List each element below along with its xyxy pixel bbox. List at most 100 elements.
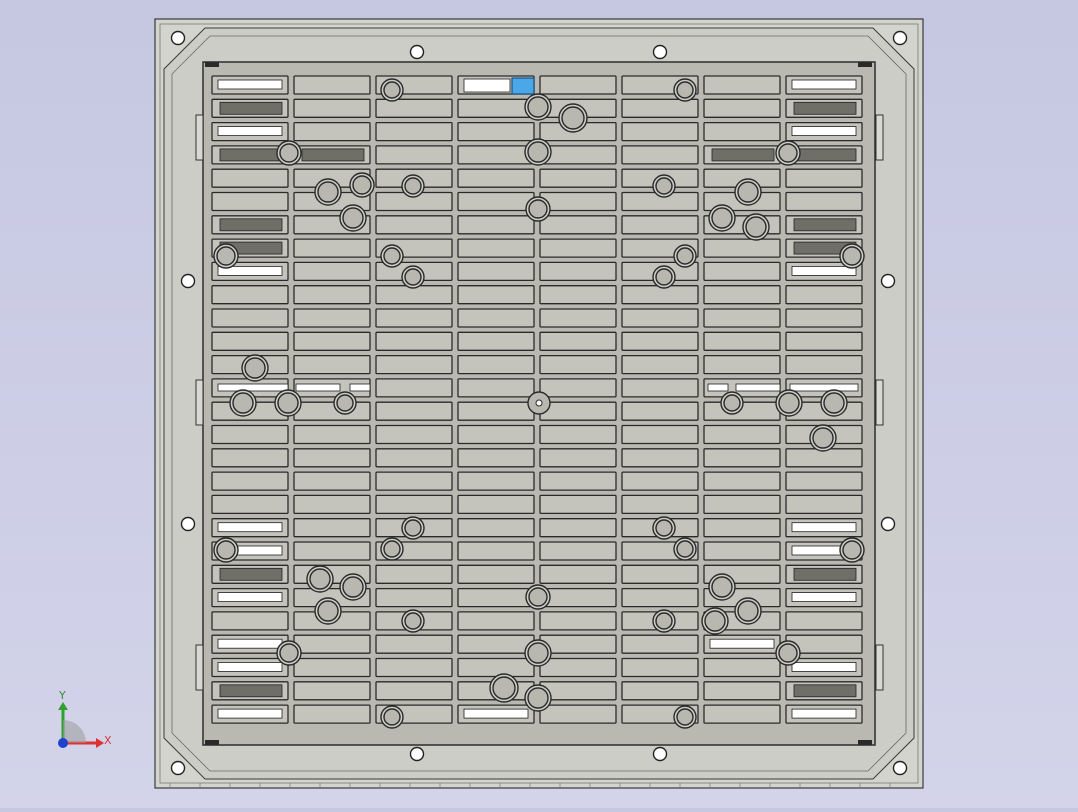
grille-slot bbox=[621, 424, 699, 445]
grille-slot bbox=[457, 285, 535, 305]
grille-slot bbox=[293, 354, 371, 375]
grille-slot bbox=[293, 657, 371, 678]
grille-slot bbox=[785, 191, 863, 212]
grille-slot bbox=[375, 354, 453, 375]
grille-slot bbox=[293, 238, 371, 258]
grille-slot bbox=[457, 378, 535, 398]
slot-opening bbox=[789, 383, 859, 392]
grille-slot bbox=[621, 587, 699, 608]
screw-boss-core bbox=[404, 519, 422, 537]
side-clip bbox=[875, 644, 884, 691]
grille-slot bbox=[211, 448, 289, 468]
grille-slot bbox=[703, 657, 781, 678]
mounting-hole bbox=[652, 746, 668, 762]
grille-slot bbox=[539, 261, 617, 282]
mounting-hole bbox=[170, 760, 186, 776]
slot-recess bbox=[793, 218, 857, 232]
screw-boss-core bbox=[244, 357, 266, 379]
grille-slot bbox=[375, 471, 453, 491]
grille-slot bbox=[703, 494, 781, 515]
grille-slot bbox=[785, 471, 863, 491]
screw-boss-core bbox=[383, 247, 401, 265]
screw-boss-core bbox=[342, 576, 364, 598]
slot-recess bbox=[793, 684, 857, 698]
grille-slot bbox=[293, 704, 371, 724]
grille-slot bbox=[621, 145, 699, 165]
grille-slot bbox=[539, 564, 617, 584]
screw-boss-core bbox=[676, 81, 694, 99]
grille-slot bbox=[621, 448, 699, 468]
grille-slot bbox=[293, 518, 371, 538]
grille-slot bbox=[375, 564, 453, 584]
grille-slot bbox=[621, 98, 699, 118]
grille-slot bbox=[375, 215, 453, 235]
grille-slot bbox=[539, 657, 617, 678]
grille-slot bbox=[621, 681, 699, 701]
corner-tab bbox=[858, 62, 872, 67]
slot-opening bbox=[791, 592, 857, 602]
grille-slot bbox=[457, 168, 535, 188]
grille-slot bbox=[457, 98, 535, 118]
grille-slot bbox=[539, 424, 617, 445]
corner-tab bbox=[205, 62, 219, 67]
grille-slot bbox=[375, 401, 453, 421]
slot-opening bbox=[791, 265, 857, 276]
grille-slot bbox=[457, 215, 535, 235]
grille-slot bbox=[293, 121, 371, 142]
grille-slot bbox=[457, 634, 535, 654]
grille-slot bbox=[211, 331, 289, 351]
grille-slot bbox=[457, 657, 535, 678]
grille-slot bbox=[457, 145, 535, 165]
grille-slot bbox=[457, 331, 535, 351]
grille-slot bbox=[703, 238, 781, 258]
slot-opening bbox=[791, 708, 857, 719]
grille-slot bbox=[457, 308, 535, 328]
grille-slot bbox=[621, 564, 699, 584]
grille-slot bbox=[703, 98, 781, 118]
screw-boss-core bbox=[309, 568, 331, 590]
corner-tab bbox=[205, 740, 219, 745]
grille-slot bbox=[539, 285, 617, 305]
grille-slot bbox=[457, 354, 535, 375]
slot-opening bbox=[217, 522, 283, 533]
screw-boss-core bbox=[676, 708, 694, 726]
grille-slot bbox=[457, 121, 535, 142]
corner-tab bbox=[858, 740, 872, 745]
grille-slot bbox=[375, 657, 453, 678]
mounting-hole bbox=[652, 44, 668, 60]
screw-boss-core bbox=[778, 643, 798, 663]
mounting-hole bbox=[170, 30, 186, 46]
mounting-hole bbox=[180, 273, 196, 289]
screw-boss-core bbox=[216, 246, 236, 266]
grille-slot bbox=[211, 191, 289, 212]
grille-slot bbox=[703, 471, 781, 491]
side-clip bbox=[195, 379, 204, 426]
grille-slot bbox=[293, 541, 371, 561]
triad-z-origin bbox=[58, 738, 68, 748]
grille-slot bbox=[293, 285, 371, 305]
screw-boss-core bbox=[404, 612, 422, 630]
screw-boss-core bbox=[383, 81, 401, 99]
grille-slot bbox=[621, 121, 699, 142]
side-clip bbox=[195, 114, 204, 161]
coordinate-triad: X Y bbox=[58, 689, 112, 748]
grille-slot bbox=[621, 401, 699, 421]
grille-slot bbox=[539, 191, 617, 212]
screw-boss-core bbox=[812, 427, 834, 449]
slot-opening bbox=[463, 78, 511, 93]
grille-slot bbox=[539, 308, 617, 328]
screw-boss-core bbox=[527, 687, 549, 709]
grille-slot bbox=[457, 494, 535, 515]
cad-viewport[interactable]: X Y bbox=[0, 0, 1078, 808]
grille-slot bbox=[539, 401, 617, 421]
slot-opening bbox=[217, 638, 283, 649]
grille-slot bbox=[211, 471, 289, 491]
slot-recess bbox=[219, 684, 283, 698]
grille-slot bbox=[539, 331, 617, 351]
grille-slot bbox=[539, 215, 617, 235]
grille-slot bbox=[785, 285, 863, 305]
grille-slot bbox=[703, 308, 781, 328]
cad-drawing[interactable]: X Y bbox=[0, 0, 1078, 808]
grille-slot bbox=[211, 424, 289, 445]
slot-opening bbox=[217, 126, 283, 136]
